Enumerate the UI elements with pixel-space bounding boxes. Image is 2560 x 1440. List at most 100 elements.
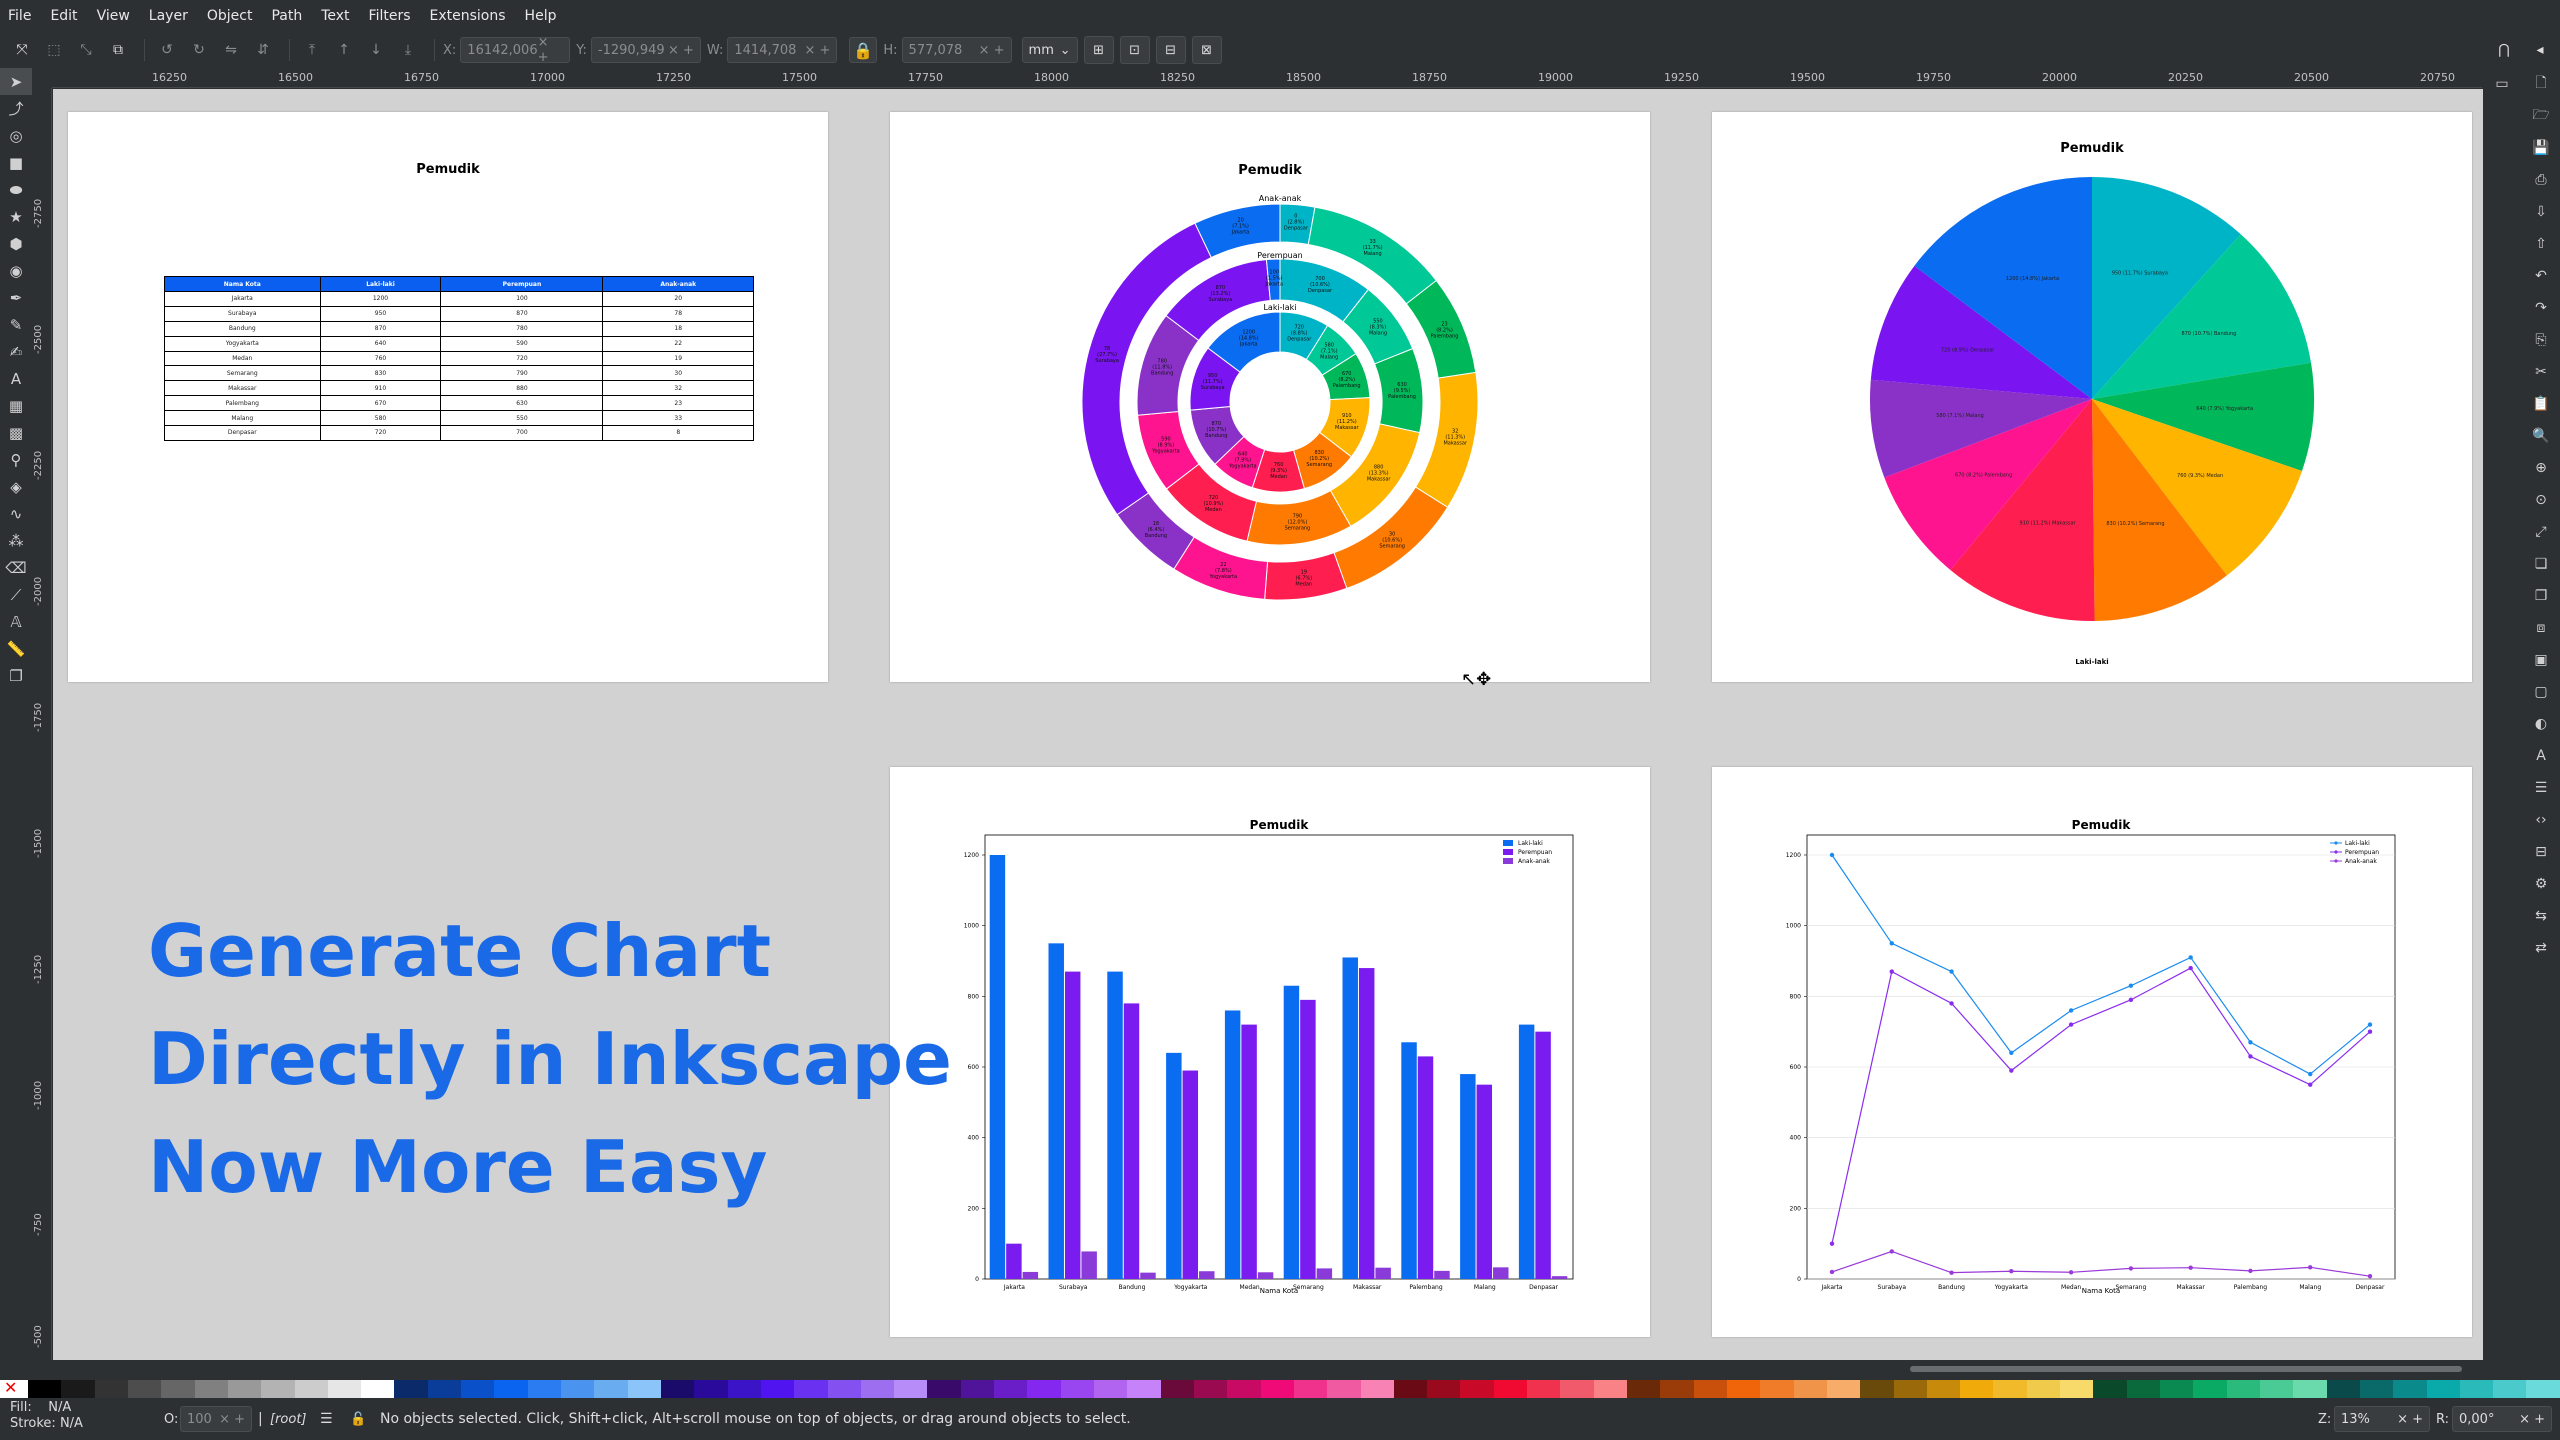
page-table[interactable]: Pemudik Nama Kota Laki-laki Perempuan An… (68, 112, 828, 682)
menu-extensions[interactable]: Extensions (430, 8, 506, 24)
text-font-icon[interactable]: A (2522, 740, 2560, 772)
palette-swatch[interactable] (1826, 1380, 1861, 1398)
import-icon[interactable]: ⇩ (2522, 196, 2560, 228)
current-layer[interactable]: [root] (270, 1412, 307, 1427)
palette-swatch[interactable] (660, 1380, 695, 1398)
horizontal-scrollbar[interactable] (1910, 1366, 2462, 1372)
minus-plus-icon[interactable]: × + (538, 35, 564, 65)
menu-filters[interactable]: Filters (369, 8, 411, 24)
data-point[interactable] (2308, 1082, 2313, 1087)
data-point[interactable] (2009, 1068, 2014, 1073)
pencil-tool-icon[interactable]: ✎ (0, 311, 32, 338)
page-line-chart[interactable]: Pemudik Nama Kota 0 200 400 600 800 1000 1200 J… (1712, 767, 2472, 1337)
connector-tool-icon[interactable]: ⟋ (0, 581, 32, 608)
palette-swatch[interactable] (61, 1380, 95, 1398)
document-properties-icon[interactable]: ⚙ (2522, 868, 2560, 900)
bar[interactable] (1342, 957, 1358, 1279)
select-all-layers-icon[interactable]: ⬚ (40, 36, 68, 64)
star-tool-icon[interactable]: ★ (0, 203, 32, 230)
zoom-fit-icon[interactable]: ⤢ (2522, 516, 2560, 548)
eraser-tool-icon[interactable]: ⌫ (0, 554, 32, 581)
palette-swatch[interactable] (1993, 1380, 2027, 1398)
bar[interactable] (1460, 1074, 1476, 1279)
horizontal-ruler[interactable]: 16250 16500 16750 17000 17250 17500 1775… (52, 68, 2482, 88)
palette-swatch[interactable] (1094, 1380, 1128, 1398)
palette-swatch[interactable] (1527, 1380, 1561, 1398)
palette-swatch[interactable] (2393, 1380, 2427, 1398)
pages-tool-icon[interactable]: ❐ (0, 662, 32, 689)
palette-swatch[interactable] (1660, 1380, 1694, 1398)
palette-swatch[interactable] (461, 1380, 495, 1398)
palette-swatch[interactable] (1227, 1380, 1261, 1398)
palette-swatch[interactable] (1060, 1380, 1094, 1398)
data-point[interactable] (2367, 1029, 2373, 1034)
palette-swatch[interactable] (1793, 1380, 1827, 1398)
palette-swatch[interactable] (1726, 1380, 1761, 1398)
palette-swatch[interactable] (2293, 1380, 2327, 1398)
align-distribute-icon[interactable]: ⊟ (2522, 836, 2560, 868)
raise-icon[interactable]: ↑ (330, 36, 358, 64)
palette-swatch[interactable] (2259, 1380, 2294, 1398)
palette-swatch[interactable] (28, 1380, 62, 1398)
save-icon[interactable]: 💾 (2522, 132, 2560, 164)
palette-swatch[interactable] (1360, 1380, 1394, 1398)
bar[interactable] (1081, 1251, 1097, 1279)
vertical-ruler[interactable]: -2750 -2500 -2250 -2000 -1750 -1500 -125… (32, 88, 52, 1360)
palette-swatch[interactable] (2160, 1380, 2194, 1398)
palette-swatch[interactable] (1760, 1380, 1794, 1398)
undo-icon[interactable]: ↶ (2522, 260, 2560, 292)
text-tool-icon[interactable]: A (0, 365, 32, 392)
bar[interactable] (1006, 1243, 1022, 1279)
clone-icon[interactable]: ❐ (2522, 580, 2560, 612)
palette-swatch[interactable] (394, 1380, 428, 1398)
palette-swatch[interactable] (1460, 1380, 1494, 1398)
palette-swatch[interactable] (561, 1380, 595, 1398)
w-input[interactable]: 1414,708 × + (727, 37, 838, 63)
palette-swatch[interactable] (2326, 1380, 2360, 1398)
y-input[interactable]: -1290,949 × + (590, 37, 701, 63)
data-point[interactable] (2188, 955, 2193, 960)
redo-icon[interactable]: ↷ (2522, 292, 2560, 324)
page-bar-chart[interactable]: Pemudik Nama Kota 0 200 400 600 800 1000 1200 J… (890, 767, 1650, 1337)
data-point[interactable] (2009, 1269, 2014, 1274)
bar[interactable] (1123, 1003, 1140, 1279)
palette-swatch[interactable] (127, 1380, 162, 1398)
data-point[interactable] (2068, 1022, 2074, 1027)
bar[interactable] (1551, 1276, 1568, 1279)
palette-swatch[interactable] (827, 1380, 861, 1398)
ungroup-icon[interactable]: ▢ (2522, 676, 2560, 708)
paint-bucket-icon[interactable]: ◈ (0, 473, 32, 500)
collapse-panel-icon[interactable]: ◂ (2526, 36, 2554, 64)
node-tool-icon[interactable]: ⤴ (0, 95, 32, 122)
palette-swatch[interactable] (894, 1380, 928, 1398)
menu-help[interactable]: Help (525, 8, 557, 24)
data-point[interactable] (1829, 852, 1835, 858)
flip-horizontal-icon[interactable]: ⇋ (217, 36, 245, 64)
menu-path[interactable]: Path (271, 8, 302, 24)
ellipse-tool-icon[interactable]: ⬬ (0, 176, 32, 203)
palette-swatch[interactable] (294, 1380, 328, 1398)
bar[interactable] (989, 855, 1006, 1279)
data-point[interactable] (1949, 1001, 1954, 1006)
palette-swatch[interactable] (1926, 1380, 1961, 1398)
rectangle-tool-icon[interactable]: ■ (0, 149, 32, 176)
palette-swatch[interactable] (1127, 1380, 1161, 1398)
palette-swatch[interactable] (494, 1380, 528, 1398)
palette-swatch[interactable] (327, 1380, 362, 1398)
palette-swatch[interactable] (860, 1380, 895, 1398)
data-point[interactable] (2308, 1265, 2313, 1270)
bar[interactable] (1048, 943, 1064, 1279)
palette-swatch[interactable] (627, 1380, 661, 1398)
unlink-clone-icon[interactable]: ⧈ (2522, 612, 2560, 644)
menu-view[interactable]: View (97, 8, 130, 24)
bar[interactable] (1140, 1272, 1156, 1279)
bar[interactable] (1224, 1010, 1241, 1279)
data-point[interactable] (2367, 1273, 2373, 1279)
x-input[interactable]: 16142,006 × + (460, 35, 571, 65)
rotate-ccw-icon[interactable]: ↺ (153, 36, 181, 64)
cut-icon[interactable]: ✂ (2522, 356, 2560, 388)
measure-tool-icon[interactable]: 📏 (0, 635, 32, 662)
spray-tool-icon[interactable]: ⁂ (0, 527, 32, 554)
palette-swatch[interactable] (994, 1380, 1028, 1398)
lower-to-bottom-icon[interactable]: ⤓ (394, 36, 422, 64)
